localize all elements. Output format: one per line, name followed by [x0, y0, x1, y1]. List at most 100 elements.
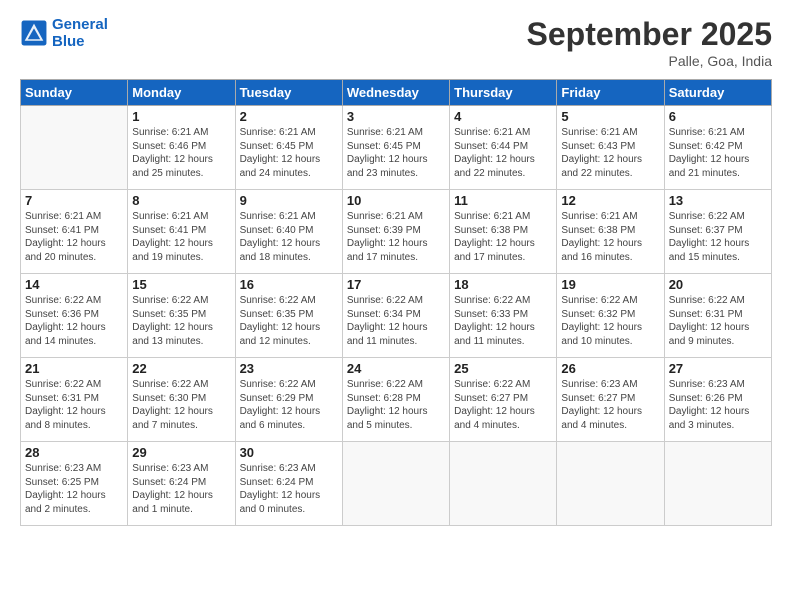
day-info: Sunrise: 6:23 AM Sunset: 6:24 PM Dayligh…: [240, 462, 338, 516]
day-number: 18: [454, 277, 552, 292]
day-number: 17: [347, 277, 445, 292]
day-number: 24: [347, 361, 445, 376]
logo: General Blue: [20, 16, 108, 50]
week-row-3: 14 Sunrise: 6:22 AM Sunset: 6:36 PM Dayli…: [21, 274, 772, 358]
day-number: 7: [25, 193, 123, 208]
header-sunday: Sunday: [21, 80, 128, 106]
day-info: Sunrise: 6:21 AM Sunset: 6:45 PM Dayligh…: [347, 126, 445, 180]
day-number: 1: [132, 109, 230, 124]
day-info: Sunrise: 6:22 AM Sunset: 6:33 PM Dayligh…: [454, 294, 552, 348]
table-row: 24 Sunrise: 6:22 AM Sunset: 6:28 PM Dayli…: [342, 358, 449, 442]
day-info: Sunrise: 6:22 AM Sunset: 6:35 PM Dayligh…: [240, 294, 338, 348]
day-info: Sunrise: 6:21 AM Sunset: 6:38 PM Dayligh…: [561, 210, 659, 264]
table-row: 26Sunrise: 6:23 AM Sunset: 6:27 PM Dayli…: [557, 358, 664, 442]
table-row: 9Sunrise: 6:21 AM Sunset: 6:40 PM Daylig…: [235, 190, 342, 274]
table-row: 17 Sunrise: 6:22 AM Sunset: 6:34 PM Dayli…: [342, 274, 449, 358]
day-number: 12: [561, 193, 659, 208]
table-row: [342, 442, 449, 526]
header-wednesday: Wednesday: [342, 80, 449, 106]
table-row: 3Sunrise: 6:21 AM Sunset: 6:45 PM Daylig…: [342, 106, 449, 190]
day-info: Sunrise: 6:22 AM Sunset: 6:27 PM Dayligh…: [454, 378, 552, 432]
day-info: Sunrise: 6:22 AM Sunset: 6:29 PM Dayligh…: [240, 378, 338, 432]
table-row: 11 Sunrise: 6:21 AM Sunset: 6:38 PM Dayli…: [450, 190, 557, 274]
day-number: 20: [669, 277, 767, 292]
table-row: 16Sunrise: 6:22 AM Sunset: 6:35 PM Dayli…: [235, 274, 342, 358]
day-number: 4: [454, 109, 552, 124]
week-row-4: 21Sunrise: 6:22 AM Sunset: 6:31 PM Dayli…: [21, 358, 772, 442]
table-row: 21Sunrise: 6:22 AM Sunset: 6:31 PM Dayli…: [21, 358, 128, 442]
logo-icon: [20, 19, 48, 47]
day-info: Sunrise: 6:22 AM Sunset: 6:35 PM Dayligh…: [132, 294, 230, 348]
header-tuesday: Tuesday: [235, 80, 342, 106]
day-number: 14: [25, 277, 123, 292]
day-info: Sunrise: 6:21 AM Sunset: 6:46 PM Dayligh…: [132, 126, 230, 180]
day-info: Sunrise: 6:22 AM Sunset: 6:36 PM Dayligh…: [25, 294, 123, 348]
calendar-header-row: Sunday Monday Tuesday Wednesday Thursday…: [21, 80, 772, 106]
day-number: 8: [132, 193, 230, 208]
day-number: 10: [347, 193, 445, 208]
table-row: 18 Sunrise: 6:22 AM Sunset: 6:33 PM Dayli…: [450, 274, 557, 358]
day-number: 25: [454, 361, 552, 376]
calendar-table: Sunday Monday Tuesday Wednesday Thursday…: [20, 79, 772, 526]
day-info: Sunrise: 6:22 AM Sunset: 6:34 PM Dayligh…: [347, 294, 445, 348]
table-row: 28Sunrise: 6:23 AM Sunset: 6:25 PM Dayli…: [21, 442, 128, 526]
title-block: September 2025 Palle, Goa, India: [527, 16, 772, 69]
logo-text: General Blue: [52, 16, 108, 50]
day-number: 11: [454, 193, 552, 208]
day-info: Sunrise: 6:21 AM Sunset: 6:42 PM Dayligh…: [669, 126, 767, 180]
table-row: [664, 442, 771, 526]
day-number: 30: [240, 445, 338, 460]
table-row: 30 Sunrise: 6:23 AM Sunset: 6:24 PM Dayli…: [235, 442, 342, 526]
week-row-1: 1 Sunrise: 6:21 AM Sunset: 6:46 PM Daylig…: [21, 106, 772, 190]
day-number: 2: [240, 109, 338, 124]
table-row: 5 Sunrise: 6:21 AM Sunset: 6:43 PM Daylig…: [557, 106, 664, 190]
header-friday: Friday: [557, 80, 664, 106]
table-row: 4 Sunrise: 6:21 AM Sunset: 6:44 PM Daylig…: [450, 106, 557, 190]
table-row: [450, 442, 557, 526]
day-info: Sunrise: 6:21 AM Sunset: 6:43 PM Dayligh…: [561, 126, 659, 180]
table-row: [557, 442, 664, 526]
table-row: [21, 106, 128, 190]
day-info: Sunrise: 6:21 AM Sunset: 6:44 PM Dayligh…: [454, 126, 552, 180]
header-monday: Monday: [128, 80, 235, 106]
day-info: Sunrise: 6:22 AM Sunset: 6:37 PM Dayligh…: [669, 210, 767, 264]
day-info: Sunrise: 6:21 AM Sunset: 6:45 PM Dayligh…: [240, 126, 338, 180]
day-number: 13: [669, 193, 767, 208]
table-row: 25 Sunrise: 6:22 AM Sunset: 6:27 PM Dayli…: [450, 358, 557, 442]
day-number: 15: [132, 277, 230, 292]
header-thursday: Thursday: [450, 80, 557, 106]
day-info: Sunrise: 6:23 AM Sunset: 6:24 PM Dayligh…: [132, 462, 230, 516]
day-number: 28: [25, 445, 123, 460]
day-number: 22: [132, 361, 230, 376]
day-number: 23: [240, 361, 338, 376]
day-info: Sunrise: 6:22 AM Sunset: 6:32 PM Dayligh…: [561, 294, 659, 348]
table-row: 6 Sunrise: 6:21 AM Sunset: 6:42 PM Daylig…: [664, 106, 771, 190]
header-saturday: Saturday: [664, 80, 771, 106]
table-row: 15 Sunrise: 6:22 AM Sunset: 6:35 PM Dayli…: [128, 274, 235, 358]
table-row: 2 Sunrise: 6:21 AM Sunset: 6:45 PM Daylig…: [235, 106, 342, 190]
day-info: Sunrise: 6:21 AM Sunset: 6:41 PM Dayligh…: [132, 210, 230, 264]
day-info: Sunrise: 6:21 AM Sunset: 6:39 PM Dayligh…: [347, 210, 445, 264]
day-info: Sunrise: 6:22 AM Sunset: 6:28 PM Dayligh…: [347, 378, 445, 432]
day-info: Sunrise: 6:22 AM Sunset: 6:31 PM Dayligh…: [25, 378, 123, 432]
day-info: Sunrise: 6:22 AM Sunset: 6:31 PM Dayligh…: [669, 294, 767, 348]
day-info: Sunrise: 6:22 AM Sunset: 6:30 PM Dayligh…: [132, 378, 230, 432]
day-info: Sunrise: 6:21 AM Sunset: 6:38 PM Dayligh…: [454, 210, 552, 264]
day-info: Sunrise: 6:21 AM Sunset: 6:41 PM Dayligh…: [25, 210, 123, 264]
day-number: 6: [669, 109, 767, 124]
day-info: Sunrise: 6:21 AM Sunset: 6:40 PM Dayligh…: [240, 210, 338, 264]
table-row: 7 Sunrise: 6:21 AM Sunset: 6:41 PM Daylig…: [21, 190, 128, 274]
table-row: 27Sunrise: 6:23 AM Sunset: 6:26 PM Dayli…: [664, 358, 771, 442]
day-number: 19: [561, 277, 659, 292]
month-title: September 2025: [527, 16, 772, 53]
header: General Blue September 2025 Palle, Goa, …: [20, 16, 772, 69]
table-row: 12 Sunrise: 6:21 AM Sunset: 6:38 PM Dayli…: [557, 190, 664, 274]
location-subtitle: Palle, Goa, India: [527, 53, 772, 69]
week-row-2: 7 Sunrise: 6:21 AM Sunset: 6:41 PM Daylig…: [21, 190, 772, 274]
table-row: 10 Sunrise: 6:21 AM Sunset: 6:39 PM Dayli…: [342, 190, 449, 274]
table-row: 19 Sunrise: 6:22 AM Sunset: 6:32 PM Dayli…: [557, 274, 664, 358]
week-row-5: 28Sunrise: 6:23 AM Sunset: 6:25 PM Dayli…: [21, 442, 772, 526]
day-number: 5: [561, 109, 659, 124]
day-number: 26: [561, 361, 659, 376]
page: General Blue September 2025 Palle, Goa, …: [0, 0, 792, 612]
